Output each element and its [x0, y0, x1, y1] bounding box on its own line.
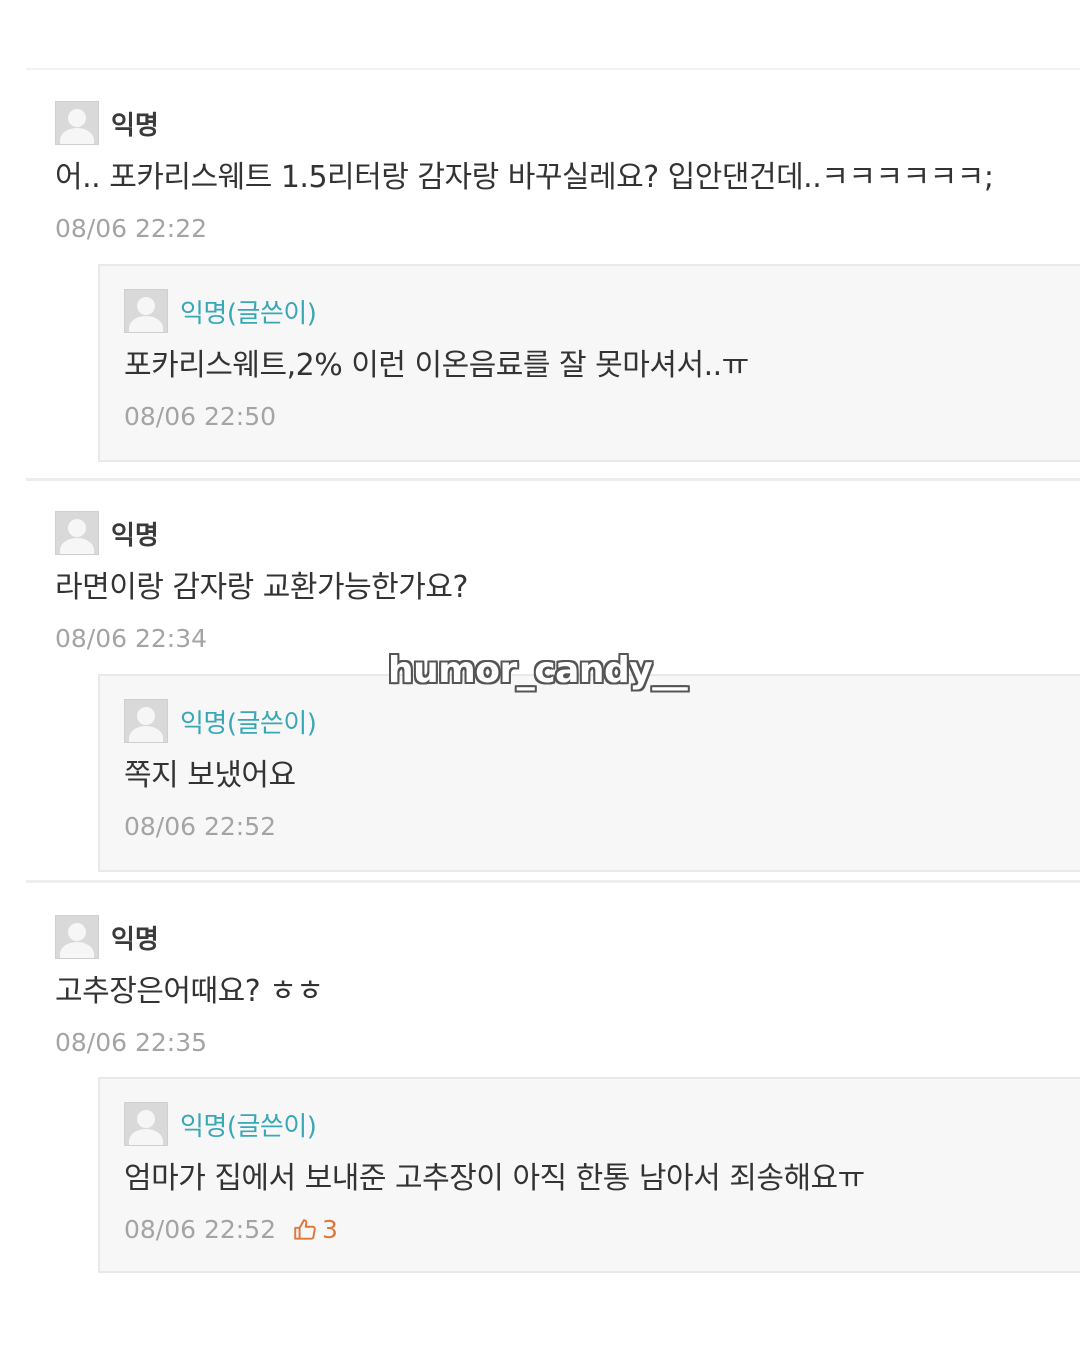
like-button[interactable]: 3	[292, 1215, 338, 1244]
comment-author[interactable]: 익명	[111, 105, 159, 142]
comment-timestamp: 08/06 22:34	[55, 624, 208, 653]
reply-author[interactable]: 익명(글쓴이)	[180, 703, 317, 740]
watermark: humor_candy__	[388, 650, 688, 691]
comment-text: 라면이랑 감자랑 교환가능한가요?	[55, 570, 468, 605]
avatar-icon[interactable]	[124, 1102, 168, 1146]
reply-author[interactable]: 익명(글쓴이)	[180, 293, 317, 330]
comment-timestamp: 08/06 22:22	[55, 214, 208, 243]
reply: 익명(글쓴이) 쪽지 보냈어요 08/06 22:52	[98, 674, 1080, 872]
thread-divider	[26, 478, 1080, 481]
avatar-icon[interactable]	[55, 101, 99, 145]
reply-timestamp: 08/06 22:50	[124, 402, 277, 431]
comment-text: 어.. 포카리스웨트 1.5리터랑 감자랑 바꾸실레요? 입안댄건데..ㅋㅋㅋㅋ…	[55, 160, 994, 195]
reply-timestamp: 08/06 22:52	[124, 812, 277, 841]
comment: 익명 라면이랑 감자랑 교환가능한가요? 08/06 22:34	[55, 510, 1055, 653]
comment: 익명 어.. 포카리스웨트 1.5리터랑 감자랑 바꾸실레요? 입안댄건데..ㅋ…	[55, 100, 1055, 243]
comment-timestamp: 08/06 22:35	[55, 1028, 208, 1057]
reply-text: 엄마가 집에서 보내준 고추장이 아직 한통 남아서 죄송해요ㅠ	[124, 1161, 865, 1196]
avatar-icon[interactable]	[55, 915, 99, 959]
reply-text: 쪽지 보냈어요	[124, 758, 296, 793]
thumbs-up-icon	[294, 1218, 316, 1240]
reply: 익명(글쓴이) 포카리스웨트,2% 이런 이온음료를 잘 못마셔서..ㅠ 08/…	[98, 264, 1080, 462]
comment-author[interactable]: 익명	[111, 515, 159, 552]
comment-author[interactable]: 익명	[111, 919, 159, 956]
reply-author[interactable]: 익명(글쓴이)	[180, 1106, 317, 1143]
comment: 익명 고추장은어때요? ㅎㅎ 08/06 22:35	[55, 914, 1055, 1057]
avatar-icon[interactable]	[55, 511, 99, 555]
top-divider	[26, 68, 1080, 70]
reply: 익명(글쓴이) 엄마가 집에서 보내준 고추장이 아직 한통 남아서 죄송해요ㅠ…	[98, 1077, 1080, 1273]
comment-text: 고추장은어때요? ㅎㅎ	[55, 974, 324, 1009]
thread-divider	[26, 880, 1080, 883]
reply-text: 포카리스웨트,2% 이런 이온음료를 잘 못마셔서..ㅠ	[124, 348, 749, 383]
reply-timestamp: 08/06 22:52 3	[124, 1215, 338, 1244]
avatar-icon[interactable]	[124, 699, 168, 743]
avatar-icon[interactable]	[124, 289, 168, 333]
like-count: 3	[322, 1215, 338, 1244]
